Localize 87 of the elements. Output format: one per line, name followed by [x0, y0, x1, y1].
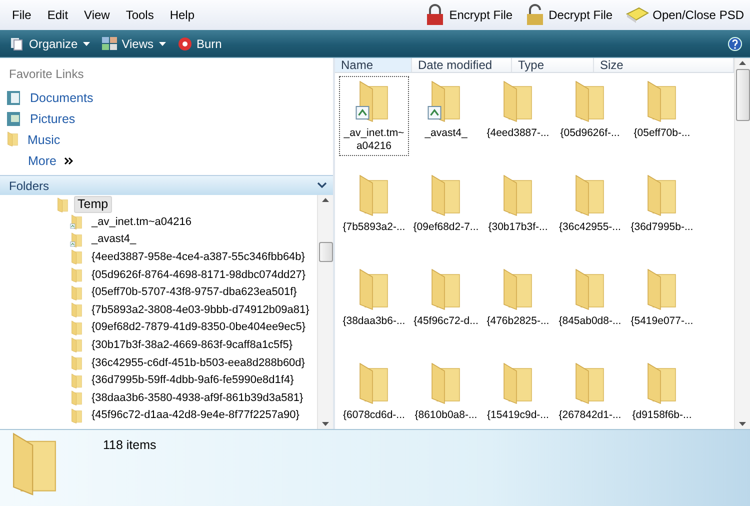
folder-item[interactable]: _av_inet.tm~ a04216	[339, 76, 409, 156]
special-folder-icon	[70, 232, 84, 248]
folder-item[interactable]: {476b2825-...	[483, 264, 553, 330]
folder-item[interactable]: {d9158f6b-...	[627, 358, 697, 424]
tree-item[interactable]: {7b5893a2-3808-4e03-9bbb-d74912b09a81}	[88, 302, 314, 319]
scroll-down-arrow-icon[interactable]	[739, 422, 746, 426]
tree-item[interactable]: {30b17b3f-38a2-4669-863f-9caff8a1c5f5}	[88, 337, 297, 354]
menu-item[interactable]: Help	[162, 8, 203, 22]
folder-item[interactable]: {45f96c72-d...	[411, 264, 481, 330]
tree-item[interactable]: {36d7995b-59ff-4dbb-9af6-fe5990e8d1f4}	[88, 372, 298, 390]
folders-header[interactable]: Folders	[0, 175, 333, 195]
folder-item[interactable]: {09ef68d2-7...	[411, 170, 481, 236]
folder-item[interactable]: {15419c9d-...	[483, 358, 553, 424]
folder-item[interactable]: {7b5893a2-...	[339, 170, 409, 236]
folder-item[interactable]: {30b17b3f-...	[483, 170, 553, 236]
tree-item[interactable]: {05d9626f-8764-4698-8171-98dbc074dd27}	[88, 266, 310, 284]
folder-icon	[70, 320, 84, 336]
column-header[interactable]: Date modified	[412, 58, 512, 72]
help-icon[interactable]	[728, 36, 742, 50]
folder-item[interactable]: {267842d1-...	[555, 358, 625, 424]
menu-item[interactable]: File	[4, 8, 40, 22]
folder-icon	[70, 267, 84, 284]
chevron-down-icon[interactable]	[317, 182, 327, 189]
folder-icon	[6, 131, 20, 148]
folder-item[interactable]: {8610b0a8-...	[411, 358, 481, 424]
tree-item[interactable]: {45f96c72-d1aa-42d8-9e4e-8f77f2257a90}	[88, 407, 304, 424]
menu-item[interactable]: Edit	[39, 8, 76, 22]
folder-icon	[70, 249, 84, 266]
pages-icon	[10, 36, 24, 50]
toolbar-button[interactable]: Views	[96, 36, 172, 50]
toolbar-button[interactable]: Burn	[172, 36, 228, 50]
pictures-icon	[6, 110, 22, 126]
folder-item[interactable]: _avast4_	[411, 76, 481, 142]
column-header[interactable]: Name	[335, 58, 412, 72]
scroll-thumb[interactable]	[318, 242, 332, 262]
folder-icon	[70, 372, 84, 389]
menu-item[interactable]: View	[76, 8, 118, 22]
tree-item[interactable]: Temp	[74, 196, 112, 214]
folder-icon	[70, 355, 84, 372]
folder-item[interactable]: {6078cd6d-...	[339, 358, 409, 424]
folder-item[interactable]: {845ab0d8-...	[555, 264, 625, 330]
scroll-thumb[interactable]	[736, 69, 750, 121]
folder-icon	[70, 390, 84, 406]
double-chevron-icon	[64, 156, 74, 164]
special-folder-icon	[70, 214, 84, 230]
folder-icon	[70, 337, 84, 354]
open-padlock-icon	[524, 4, 545, 26]
tree-item[interactable]: {09ef68d2-7879-41d9-8350-0be404ee9ec5}	[88, 319, 310, 336]
disc-icon	[178, 36, 192, 50]
folder-icon	[70, 284, 84, 301]
toolbar-button[interactable]: Open/Close PSD	[618, 6, 750, 24]
item-count: 118 items	[103, 438, 156, 452]
menu-item[interactable]: Tools	[118, 8, 162, 22]
folder-item[interactable]: {36c42955-...	[555, 170, 625, 236]
toolbar-button[interactable]: Organize	[4, 36, 96, 50]
folder-item[interactable]: {36d7995b-...	[627, 170, 697, 236]
favorite-link[interactable]: Documents	[0, 87, 333, 108]
tree-item[interactable]: {38daa3b6-3580-4938-af9f-861b39d3a581}	[88, 390, 308, 407]
folder-icon	[70, 302, 84, 318]
folder-item[interactable]: {05eff70b-...	[627, 76, 697, 142]
padlock-icon	[425, 4, 446, 26]
scroll-down-arrow-icon[interactable]	[322, 422, 329, 426]
folder-item[interactable]: {5419e077-...	[627, 264, 697, 330]
scrollbar[interactable]	[734, 58, 750, 429]
section-title: Favorite Links	[8, 66, 85, 83]
grid-icon	[102, 37, 117, 50]
favorite-link[interactable]: More	[0, 150, 333, 171]
drive-icon	[624, 6, 649, 24]
folder-item[interactable]: {38daa3b6-...	[339, 264, 409, 330]
toolbar-button[interactable]: Decrypt File	[518, 4, 619, 26]
favorite-link[interactable]: Music	[0, 129, 333, 150]
tree-item[interactable]: _av_inet.tm~a04216	[88, 214, 196, 231]
column-header[interactable]: Type	[512, 58, 594, 72]
tree-item[interactable]: {05eff70b-5707-43f8-9757-dba623ea501f}	[88, 284, 301, 302]
favorite-link[interactable]: Pictures	[0, 108, 333, 129]
tree-item[interactable]: {36c42955-c6df-451b-b503-eea8d288b60d}	[88, 354, 309, 372]
scrollbar[interactable]	[317, 195, 333, 429]
tree-item[interactable]: {4eed3887-958e-4ce4-a387-55c346fbb64b}	[88, 249, 309, 266]
folder-item[interactable]: {05d9626f-...	[555, 76, 625, 142]
toolbar-button[interactable]: Encrypt File	[419, 4, 519, 26]
folder-icon	[56, 196, 70, 213]
scroll-up-arrow-icon[interactable]	[739, 61, 746, 65]
documents-icon	[6, 90, 22, 106]
folder-icon	[70, 408, 84, 424]
scroll-up-arrow-icon[interactable]	[322, 198, 329, 202]
folder-item[interactable]: {4eed3887-...	[483, 76, 553, 142]
tree-item[interactable]: _avast4_	[88, 231, 140, 248]
